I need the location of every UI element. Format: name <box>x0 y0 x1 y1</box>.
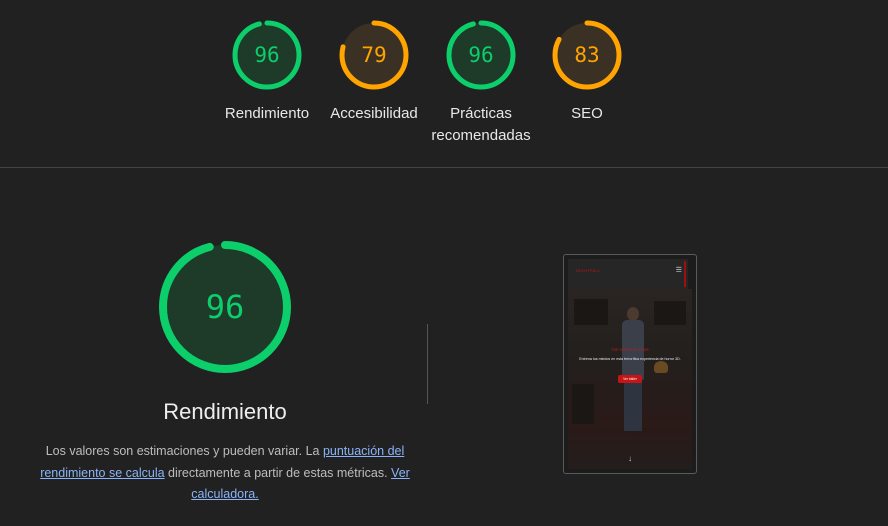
gauge-score: 96 <box>254 43 279 67</box>
gauge-label: Accesibilidad <box>330 105 418 122</box>
gauge-rendimiento[interactable]: 96 Rendimiento <box>207 19 327 125</box>
background-chair <box>572 384 594 424</box>
hero-character <box>620 307 646 437</box>
gauge-score: 79 <box>361 43 386 67</box>
performance-ring: 96 <box>159 241 291 373</box>
desc-text: directamente a partir de estas métricas. <box>164 465 392 480</box>
score-ring: 96 <box>446 20 516 90</box>
hamburger-icon: ☰ <box>675 267 682 274</box>
character-head <box>627 307 639 321</box>
page-screenshot-thumbnail[interactable]: NIGHTFALL ☰ THE DEEPEST FEAR Entrena tus… <box>563 254 697 474</box>
gauge-label: Prácticas recomendadas <box>431 105 531 144</box>
performance-description: Los valores son estimaciones y pueden va… <box>40 441 410 506</box>
score-ring: 96 <box>232 20 302 90</box>
background-shelf <box>654 301 686 325</box>
score-ring: 79 <box>339 20 409 90</box>
background-shelf <box>574 299 608 325</box>
gauge-score: 83 <box>574 43 599 67</box>
character-legs <box>624 379 642 431</box>
desc-text: Los valores son estimaciones y pueden va… <box>45 444 323 458</box>
score-ring: 83 <box>552 20 622 90</box>
gauge-score: 96 <box>468 43 493 67</box>
section-divider <box>427 324 428 404</box>
gauge-seo[interactable]: 83 SEO <box>527 19 647 125</box>
screenshot-cta-button: Ver tráiler <box>618 375 642 383</box>
performance-title: Rendimiento <box>163 399 287 424</box>
screenshot-tagline: THE DEEPEST FEAR <box>611 348 649 352</box>
screenshot-hero: THE DEEPEST FEAR Entrena tus miedos en e… <box>568 289 692 469</box>
screenshot-header: NIGHTFALL ☰ <box>568 259 688 289</box>
performance-gauge: 96 <box>158 240 292 374</box>
gauge-label: Rendimiento <box>224 105 310 122</box>
gauge-label: SEO <box>571 105 603 122</box>
screenshot-logo: NIGHTFALL <box>576 268 601 273</box>
arrow-down-icon: ↓ <box>628 454 632 463</box>
performance-section: 96 Rendimiento Los valores son estimacio… <box>0 168 888 526</box>
performance-score: 96 <box>206 288 245 326</box>
category-gauges: 96 Rendimiento 79 Accesibilidad 96 Práct… <box>0 0 888 168</box>
background-lamp <box>654 361 668 373</box>
gauge-practicas-recomendadas[interactable]: 96 Prácticas recomendadas <box>421 19 541 147</box>
screenshot-subtitle: Entrena tus miedos en esta terrorífica e… <box>579 357 681 361</box>
gauge-accesibilidad[interactable]: 79 Accesibilidad <box>314 19 434 125</box>
screenshot-accent-bar <box>684 261 686 287</box>
